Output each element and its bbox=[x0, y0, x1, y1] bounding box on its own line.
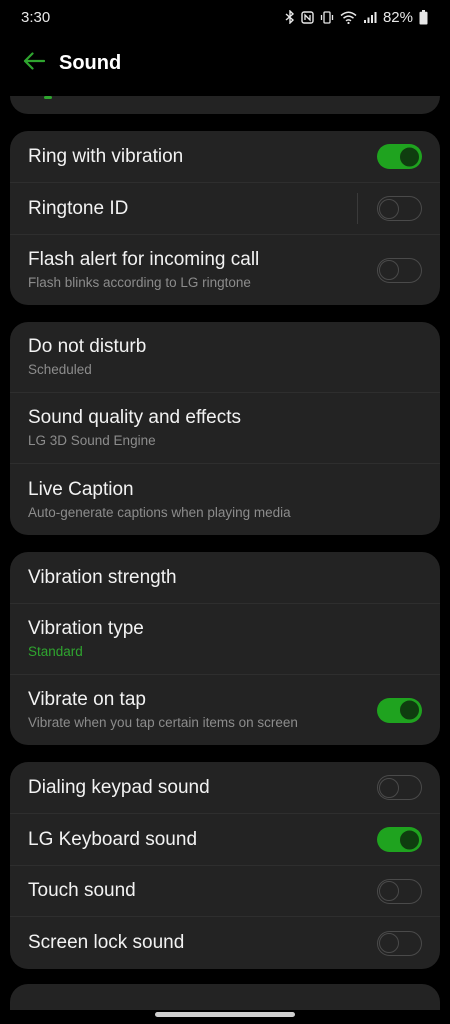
back-arrow-icon bbox=[23, 51, 46, 75]
battery-icon bbox=[419, 9, 428, 25]
setting-ring-with-vibration[interactable]: Ring with vibration bbox=[10, 131, 440, 183]
toggle-knob bbox=[379, 777, 399, 798]
setting-screen-lock-sound[interactable]: Screen lock sound bbox=[10, 917, 440, 969]
setting-subtitle: Standard bbox=[28, 644, 83, 659]
toggle-knob bbox=[379, 933, 399, 953]
setting-subtitle: Flash blinks according to LG ringtone bbox=[28, 275, 251, 290]
vertical-divider bbox=[357, 193, 358, 224]
toggle-knob bbox=[379, 198, 399, 219]
ring-with-vibration-toggle[interactable] bbox=[377, 144, 422, 169]
setting-lg-keyboard-sound[interactable]: LG Keyboard sound bbox=[10, 814, 440, 866]
setting-ringtone-id[interactable]: Ringtone ID bbox=[10, 183, 440, 235]
setting-vibration-strength[interactable]: Vibration strength bbox=[10, 552, 440, 604]
setting-do-not-disturb[interactable]: Do not disturb Scheduled bbox=[10, 322, 440, 393]
card-vibration: Vibration strength Vibration type Standa… bbox=[10, 552, 440, 745]
setting-touch-sound[interactable]: Touch sound bbox=[10, 866, 440, 917]
toggle-knob bbox=[379, 260, 399, 280]
screen-lock-sound-toggle[interactable] bbox=[377, 930, 422, 956]
page-title: Sound bbox=[59, 51, 122, 74]
vibrate-on-tap-toggle[interactable] bbox=[377, 697, 422, 723]
setting-subtitle: Auto-generate captions when playing medi… bbox=[28, 504, 291, 520]
back-button[interactable] bbox=[20, 49, 48, 77]
card-sound-features: Do not disturb Scheduled Sound quality a… bbox=[10, 322, 440, 535]
setting-title: Sound quality and effects bbox=[28, 407, 242, 428]
setting-title: Do not disturb bbox=[28, 336, 147, 357]
setting-title: Dialing keypad sound bbox=[28, 776, 210, 798]
setting-title: Ring with vibration bbox=[28, 145, 184, 167]
setting-live-caption[interactable]: Live Caption Auto-generate captions when… bbox=[10, 464, 440, 535]
setting-flash-alert[interactable]: Flash alert for incoming call Flash blin… bbox=[10, 235, 440, 305]
nfc-icon bbox=[301, 10, 314, 24]
gesture-nav-handle[interactable] bbox=[155, 1012, 295, 1017]
touch-sound-toggle[interactable] bbox=[377, 878, 422, 904]
setting-title: Vibrate on tap bbox=[28, 689, 146, 710]
card-system-sounds: Dialing keypad sound LG Keyboard sound T… bbox=[10, 762, 440, 969]
lg-keyboard-sound-toggle[interactable] bbox=[377, 827, 422, 852]
card-ringtone-settings: Ring with vibration Ringtone ID Flash al… bbox=[10, 131, 440, 305]
toggle-knob bbox=[399, 146, 420, 167]
dialing-keypad-sound-toggle[interactable] bbox=[377, 775, 422, 800]
setting-subtitle: Vibrate when you tap certain items on sc… bbox=[28, 715, 298, 730]
setting-title: LG Keyboard sound bbox=[28, 828, 198, 850]
setting-vibration-type[interactable]: Vibration type Standard bbox=[10, 604, 440, 675]
setting-title: Ringtone ID bbox=[28, 197, 129, 219]
setting-sound-quality[interactable]: Sound quality and effects LG 3D Sound En… bbox=[10, 393, 440, 464]
setting-title: Flash alert for incoming call bbox=[28, 249, 260, 270]
battery-percent: 82% bbox=[382, 8, 413, 26]
setting-subtitle: Scheduled bbox=[28, 362, 92, 377]
status-icons: 82% bbox=[285, 9, 428, 26]
toggle-knob bbox=[399, 699, 420, 721]
app-bar: Sound bbox=[0, 36, 450, 90]
setting-title: Vibration type bbox=[28, 618, 144, 639]
setting-subtitle: LG 3D Sound Engine bbox=[28, 433, 156, 448]
setting-title: Vibration strength bbox=[28, 566, 177, 588]
wifi-icon bbox=[340, 11, 357, 24]
status-bar: 3:30 82% bbox=[0, 0, 450, 34]
setting-title: Live Caption bbox=[28, 478, 134, 500]
ringtone-id-toggle[interactable] bbox=[377, 196, 422, 221]
status-time: 3:30 bbox=[21, 8, 51, 26]
vibrate-icon bbox=[320, 10, 334, 24]
toggle-knob bbox=[379, 881, 399, 901]
toggle-knob bbox=[399, 829, 420, 850]
setting-vibrate-on-tap[interactable]: Vibrate on tap Vibrate when you tap cert… bbox=[10, 675, 440, 745]
bluetooth-icon bbox=[285, 10, 295, 24]
partial-indicator bbox=[44, 96, 52, 99]
flash-alert-toggle[interactable] bbox=[377, 257, 422, 283]
card-partial-bottom bbox=[10, 984, 440, 1010]
setting-title: Screen lock sound bbox=[28, 932, 185, 953]
setting-dialing-keypad-sound[interactable]: Dialing keypad sound bbox=[10, 762, 440, 814]
signal-icon bbox=[363, 11, 377, 24]
card-partial-top bbox=[10, 96, 440, 114]
setting-title: Touch sound bbox=[28, 880, 136, 901]
